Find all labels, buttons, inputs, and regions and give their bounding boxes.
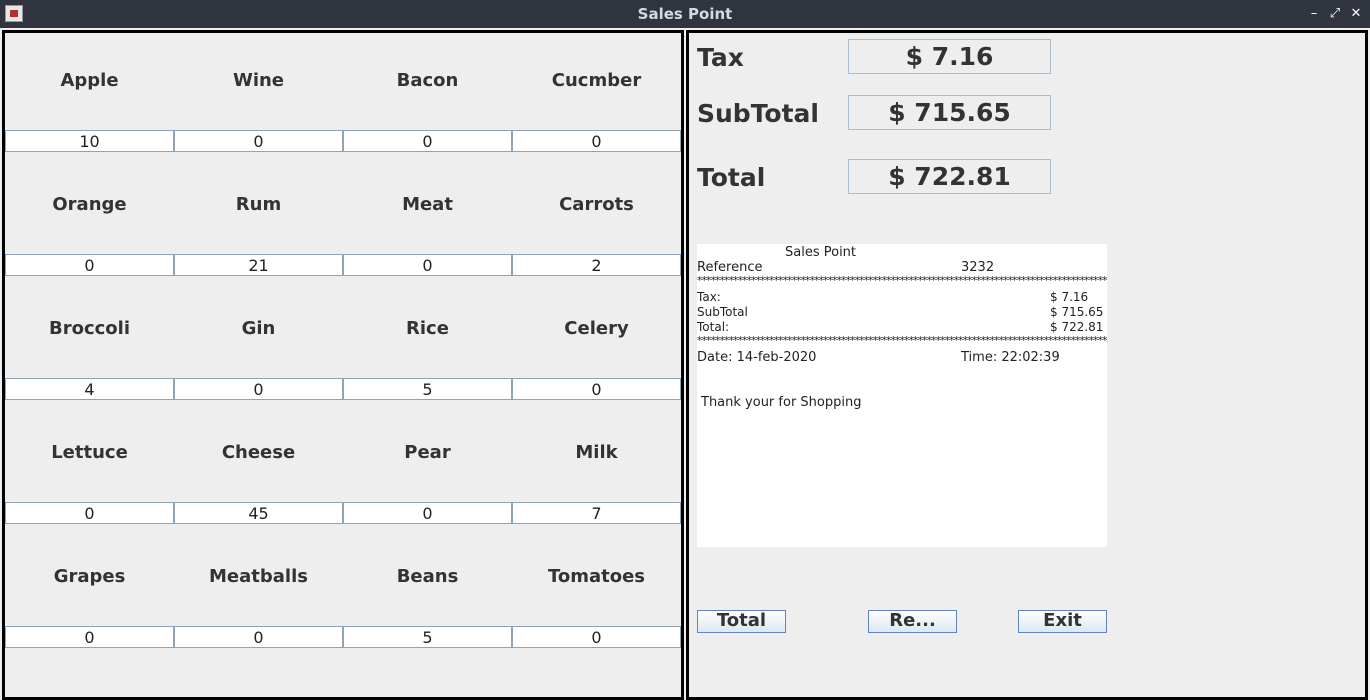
close-icon[interactable]: ✕	[1347, 4, 1365, 24]
item-label-cheese: Cheese	[221, 442, 296, 463]
receipt-reference-value: 3232	[961, 260, 995, 275]
item-label-milk: Milk	[575, 442, 618, 463]
minimize-icon[interactable]: –	[1305, 4, 1323, 24]
receipt-total-label: Total:	[697, 320, 730, 334]
item-qty-celery[interactable]: 0	[512, 378, 681, 400]
item-qty-rice[interactable]: 5	[343, 378, 512, 400]
item-qty-meat[interactable]: 0	[343, 254, 512, 276]
item-qty-broccoli[interactable]: 4	[5, 378, 174, 400]
item-qty-meatballs[interactable]: 0	[174, 626, 343, 648]
reset-button[interactable]: Re...	[868, 610, 957, 633]
item-label-carrots: Carrots	[559, 194, 634, 215]
item-label-lettuce: Lettuce	[51, 442, 128, 463]
item-qty-beans[interactable]: 5	[343, 626, 512, 648]
receipt-separator-2: ****************************************…	[697, 336, 1107, 346]
total-field[interactable]: $ 722.81	[848, 159, 1051, 194]
item-label-wine: Wine	[232, 70, 285, 91]
total-button[interactable]: Total	[697, 610, 786, 633]
item-qty-tomatoes[interactable]: 0	[512, 626, 681, 648]
item-label-orange: Orange	[52, 194, 127, 215]
item-label-pear: Pear	[404, 442, 451, 463]
item-label-broccoli: Broccoli	[48, 318, 130, 339]
subtotal-field[interactable]: $ 715.65	[848, 95, 1051, 130]
tax-label: Tax	[697, 43, 744, 72]
item-label-gin: Gin	[241, 318, 276, 339]
item-qty-bacon[interactable]: 0	[343, 130, 512, 152]
item-qty-cheese[interactable]: 45	[174, 502, 343, 524]
item-qty-grapes[interactable]: 0	[5, 626, 174, 648]
maximize-icon[interactable]: ⤢	[1326, 4, 1344, 24]
item-label-meatballs: Meatballs	[209, 566, 308, 587]
item-qty-carrots[interactable]: 2	[512, 254, 681, 276]
item-qty-pear[interactable]: 0	[343, 502, 512, 524]
item-label-rum: Rum	[235, 194, 282, 215]
receipt-total-value: $ 722.81	[1050, 320, 1104, 334]
item-label-celery: Celery	[564, 318, 629, 339]
receipt-area[interactable]: Sales Point Reference 3232 *************…	[697, 244, 1107, 547]
receipt-reference-label: Reference	[697, 260, 763, 275]
receipt-thanks: Thank your for Shopping	[701, 395, 862, 410]
receipt-tax-value: $ 7.16	[1050, 290, 1089, 304]
total-label: Total	[697, 163, 766, 192]
products-panel: Apple 10 Wine 0 Bacon 0 Cucmber 0 Orange 0 Rum 21 Me…	[2, 30, 684, 700]
item-label-cucmber: Cucmber	[551, 70, 642, 91]
receipt-subtotal-value: $ 715.65	[1050, 305, 1104, 319]
item-qty-milk[interactable]: 7	[512, 502, 681, 524]
item-label-apple: Apple	[60, 70, 119, 91]
receipt-time: Time: 22:02:39	[961, 350, 1060, 365]
item-qty-apple[interactable]: 10	[5, 130, 174, 152]
item-label-meat: Meat	[402, 194, 453, 215]
title-bar: Sales Point – ⤢ ✕	[0, 0, 1370, 28]
receipt-date: Date: 14-feb-2020	[697, 350, 817, 365]
item-label-grapes: Grapes	[53, 566, 126, 587]
item-qty-gin[interactable]: 0	[174, 378, 343, 400]
window-title: Sales Point	[637, 5, 733, 23]
subtotal-label: SubTotal	[697, 99, 819, 128]
item-label-bacon: Bacon	[396, 70, 459, 91]
totals-panel: Tax $ 7.16 SubTotal $ 715.65 Total $ 722…	[686, 30, 1368, 700]
receipt-subtotal-label: SubTotal	[697, 305, 748, 319]
item-qty-cucmber[interactable]: 0	[512, 130, 681, 152]
receipt-separator: ****************************************…	[697, 276, 1107, 286]
tax-field[interactable]: $ 7.16	[848, 39, 1051, 74]
receipt-header: Sales Point	[785, 245, 857, 260]
item-label-beans: Beans	[396, 566, 459, 587]
item-qty-lettuce[interactable]: 0	[5, 502, 174, 524]
item-label-tomatoes: Tomatoes	[547, 566, 646, 587]
receipt-tax-label: Tax:	[697, 290, 721, 304]
item-qty-orange[interactable]: 0	[5, 254, 174, 276]
item-qty-rum[interactable]: 21	[174, 254, 343, 276]
item-label-rice: Rice	[406, 318, 449, 339]
item-qty-wine[interactable]: 0	[174, 130, 343, 152]
exit-button[interactable]: Exit	[1018, 610, 1107, 633]
